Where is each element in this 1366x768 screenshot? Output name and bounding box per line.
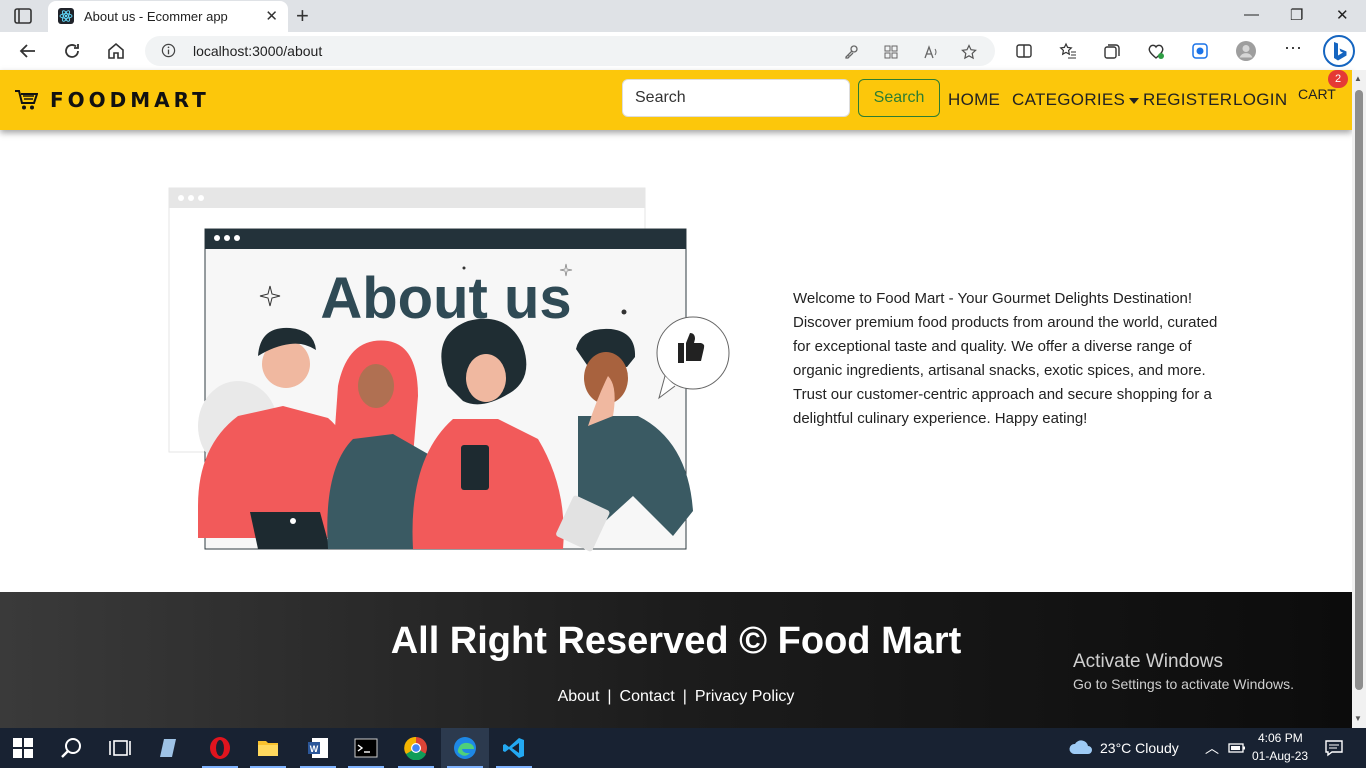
nav-login[interactable]: LOGIN — [1233, 90, 1287, 110]
about-us-illustration: About us — [168, 187, 730, 552]
site-navbar: FOODMART Search Search HOME CATEGORIES R… — [0, 70, 1352, 130]
tab-title: About us - Ecommer app — [84, 9, 228, 24]
nav-categories[interactable]: CATEGORIES — [1012, 90, 1140, 110]
cart-count-badge: 2 — [1328, 70, 1348, 88]
brand-logo[interactable]: FOODMART — [14, 88, 210, 112]
opera-icon[interactable] — [208, 736, 232, 760]
url-text: localhost:3000/about — [193, 43, 323, 59]
address-bar-row: localhost:3000/about ⋯ — [0, 32, 1366, 70]
svg-text:W: W — [310, 744, 319, 754]
react-favicon-icon — [58, 8, 74, 24]
window-close-icon[interactable]: ✕ — [1336, 6, 1349, 24]
edge-bar-icon[interactable] — [1191, 42, 1209, 60]
weather-cloud-icon[interactable] — [1068, 736, 1094, 760]
scroll-up-icon[interactable]: ▲ — [1354, 74, 1362, 83]
favorites-icon[interactable] — [1059, 42, 1077, 60]
notes-app-icon[interactable] — [158, 736, 182, 760]
key-icon[interactable] — [843, 44, 859, 60]
url-box[interactable]: localhost:3000/about — [145, 36, 995, 66]
dropdown-caret-icon — [1129, 97, 1140, 104]
search-button[interactable]: Search — [858, 79, 940, 117]
tab-actions-icon[interactable] — [12, 7, 36, 25]
favorite-star-icon[interactable] — [961, 44, 977, 60]
footer-link-contact[interactable]: Contact — [620, 688, 675, 705]
clock-date[interactable]: 01-Aug-23 — [1252, 749, 1308, 763]
bing-copilot-icon[interactable] — [1323, 35, 1355, 67]
file-explorer-icon[interactable] — [256, 736, 280, 760]
brand-name: FOODMART — [50, 88, 210, 112]
taskbar-search-icon[interactable] — [60, 736, 84, 760]
scroll-thumb[interactable] — [1355, 90, 1363, 690]
restore-icon[interactable]: ❐ — [1290, 6, 1303, 24]
nav-categories-label: CATEGORIES — [1012, 90, 1126, 109]
about-description: Welcome to Food Mart - Your Gourmet Deli… — [793, 290, 1218, 427]
activation-watermark: Activate Windows Go to Settings to activ… — [1073, 651, 1294, 692]
new-tab-icon[interactable]: + — [296, 3, 309, 29]
nav-cart[interactable]: CART — [1298, 86, 1336, 102]
profile-avatar-icon[interactable] — [1235, 40, 1257, 62]
more-menu-icon[interactable]: ⋯ — [1284, 38, 1302, 58]
apps-icon[interactable] — [883, 44, 899, 60]
browser-tab-bar: About us - Ecommer app ✕ + — ❐ ✕ — [0, 0, 1366, 32]
terminal-icon[interactable] — [354, 736, 378, 760]
chrome-icon[interactable] — [404, 736, 428, 760]
activation-title: Activate Windows — [1073, 651, 1223, 672]
footer-link-privacy[interactable]: Privacy Policy — [695, 688, 795, 705]
vscode-icon[interactable] — [502, 736, 526, 760]
tab-close-icon[interactable]: ✕ — [265, 7, 278, 25]
windows-start-icon[interactable] — [12, 737, 34, 759]
footer-link-about[interactable]: About — [558, 688, 600, 705]
minimize-icon[interactable]: — — [1244, 6, 1259, 23]
footer-separator: | — [607, 688, 612, 705]
browser-tab-active[interactable]: About us - Ecommer app ✕ — [48, 1, 288, 32]
read-aloud-icon[interactable] — [923, 44, 939, 60]
activation-subtitle: Go to Settings to activate Windows. — [1073, 676, 1294, 692]
weather-text[interactable]: 23°C Cloudy — [1100, 740, 1179, 756]
illustration-heading: About us — [320, 266, 571, 331]
task-view-icon[interactable] — [108, 736, 132, 760]
back-icon[interactable] — [18, 41, 38, 61]
page-scrollbar[interactable]: ▲ ▼ — [1352, 70, 1366, 728]
windows-taskbar: W 23°C Cloudy ︿ 4:06 PM 01-Aug-23 — [0, 728, 1366, 768]
site-info-icon[interactable] — [161, 43, 176, 58]
word-icon[interactable]: W — [306, 736, 330, 760]
nav-home[interactable]: HOME — [948, 90, 1000, 110]
home-icon[interactable] — [106, 41, 126, 61]
edge-icon[interactable] — [453, 736, 477, 760]
scroll-down-icon[interactable]: ▼ — [1354, 714, 1362, 723]
clock-time[interactable]: 4:06 PM — [1258, 731, 1303, 745]
collections-icon[interactable] — [1103, 42, 1121, 60]
tray-chevron-icon[interactable]: ︿ — [1205, 738, 1219, 758]
battery-icon[interactable] — [1227, 738, 1247, 758]
shopping-cart-icon — [15, 90, 38, 110]
nav-register[interactable]: REGISTER — [1143, 90, 1232, 110]
footer-separator: | — [682, 688, 687, 705]
browser-essentials-icon[interactable] — [1147, 42, 1165, 60]
refresh-icon[interactable] — [62, 41, 82, 61]
search-input[interactable]: Search — [622, 79, 850, 117]
split-screen-icon[interactable] — [1015, 42, 1033, 60]
notifications-icon[interactable] — [1324, 738, 1344, 758]
